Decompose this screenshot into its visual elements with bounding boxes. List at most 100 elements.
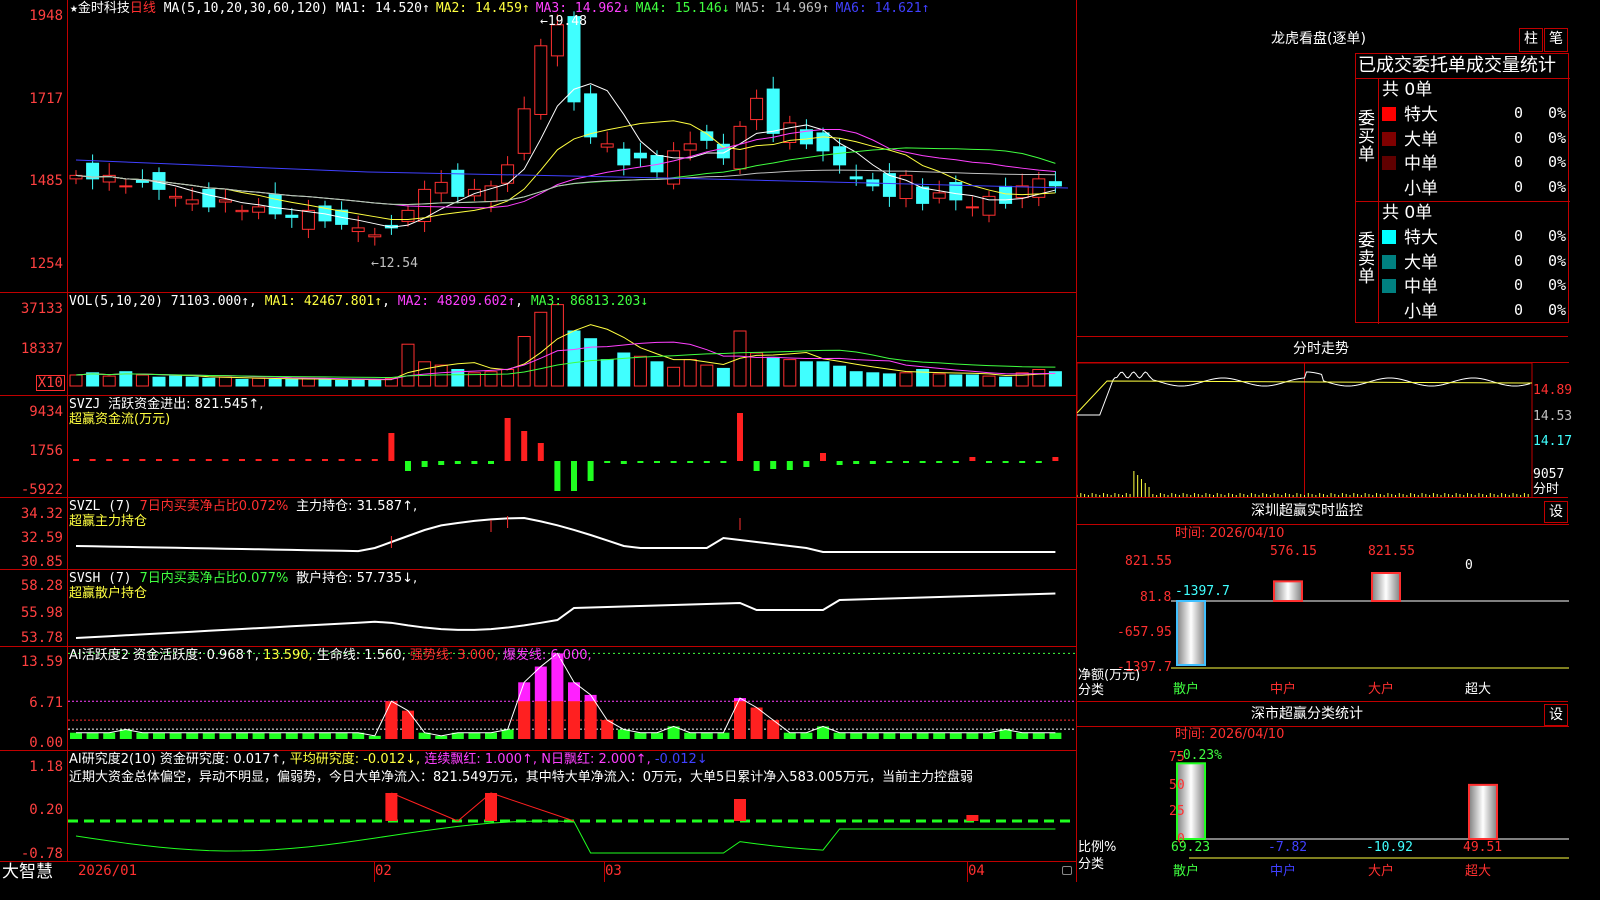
activity-bar bbox=[1049, 732, 1062, 739]
ai2-title: AI研究度2(10) 资金研究度: 0.017↑, bbox=[69, 752, 286, 767]
candle bbox=[600, 143, 614, 148]
fund-bar bbox=[488, 461, 494, 464]
svzl-name: 超赢主力持仓 bbox=[69, 514, 148, 529]
candle bbox=[169, 195, 183, 199]
volume-bar bbox=[550, 304, 564, 387]
svzl-header: SVZL (7) 7日内买卖净占比0.072% 主力持仓: 31.587↑, bbox=[69, 499, 417, 514]
lock-icon[interactable] bbox=[1062, 866, 1072, 875]
sz-class-panel[interactable]: 深市超赢分类统计 设 时间: 2026/04/10 75 50 25 0 -0.… bbox=[1076, 702, 1569, 882]
kline-panel[interactable]: ★金时科技日线 MA(5,10,20,30,60,120) MA1: 14.52… bbox=[68, 0, 1076, 293]
volume-bar bbox=[899, 372, 913, 387]
monitor-bar-value: 576.15 bbox=[1270, 544, 1317, 559]
candle bbox=[584, 93, 598, 138]
ai2-panel[interactable]: AI研究度2(10) 资金研究度: 0.017↑, 平均研究度: -0.012↓… bbox=[68, 751, 1076, 862]
activity-bar bbox=[983, 732, 995, 739]
activity-bar bbox=[468, 732, 481, 739]
vol-value: 71103.000↑ bbox=[170, 294, 250, 309]
stock-name[interactable]: 金时科技 bbox=[78, 1, 130, 16]
dragon-row-count: 0 bbox=[1514, 104, 1524, 122]
ai1-title: AI活跃度2 资金活跃度: 0.968↑, bbox=[69, 648, 259, 663]
activity-bar bbox=[119, 729, 132, 739]
sz-monitor-yunit: 净额(万元) bbox=[1078, 668, 1141, 683]
activity-bar bbox=[252, 732, 265, 739]
svzl-desc2: 主力持仓: 31.587↑, bbox=[296, 499, 418, 514]
svzj-panel[interactable]: SVZJ 活跃资金进出: 821.545↑, 超赢资金流(万元) bbox=[68, 396, 1076, 498]
volume-bar bbox=[401, 343, 415, 387]
monitor-bar-value: 0 bbox=[1465, 558, 1473, 573]
ai1-header: AI活跃度2 资金活跃度: 0.968↑, 13.590, 生命线: 1.560… bbox=[69, 648, 592, 663]
activity-bar bbox=[634, 732, 647, 739]
retail-hold-line bbox=[75, 592, 1056, 639]
svsh-desc2: 散户持仓: 57.735↓, bbox=[296, 571, 418, 586]
ma-params: MA(5,10,20,30,60,120) bbox=[163, 1, 329, 16]
vol-axis: 37133 18337 X10 bbox=[0, 293, 68, 396]
activity-bar bbox=[783, 732, 796, 739]
intraday-tick: 14.89 bbox=[1533, 383, 1573, 398]
activity-bar bbox=[700, 732, 713, 739]
ai1-v3: 生命线: 1.560, bbox=[316, 648, 406, 663]
bar-mode-button[interactable]: 柱 bbox=[1519, 28, 1543, 52]
dragon-row: 小单 0 0% bbox=[1380, 177, 1570, 199]
svsh-panel[interactable]: SVSH (7) 7日内买卖净占比0.077% 散户持仓: 57.735↓, 超… bbox=[68, 570, 1076, 647]
svsh-tick: 55.98 bbox=[20, 605, 63, 621]
dragon-row-name: 小单 bbox=[1404, 178, 1438, 199]
volume-bar bbox=[799, 361, 813, 387]
activity-bar bbox=[866, 732, 879, 739]
fund-bar bbox=[355, 459, 362, 461]
fund-bar bbox=[903, 461, 909, 463]
fund-bar bbox=[1019, 461, 1026, 463]
fund-bar bbox=[554, 461, 561, 491]
ma-value-5: MA5: 14.969↑ bbox=[735, 1, 830, 16]
sz-class-tick: 25 bbox=[1169, 804, 1185, 819]
class-category: 大户 bbox=[1368, 864, 1395, 879]
svsh-desc1: 7日内买卖净占比0.077% bbox=[139, 571, 289, 586]
svsh-title: SVSH (7) bbox=[69, 571, 132, 586]
fund-bar bbox=[869, 461, 876, 464]
intraday-panel[interactable]: 分时走势 14.89 14.53 14.17 9057 分时 bbox=[1076, 337, 1572, 498]
ai2-tick: -0.78 bbox=[20, 846, 63, 862]
ai2-v2: 平均研究度: -0.012↓, bbox=[289, 752, 421, 767]
svzj-axis: 9434 1756 -5922 bbox=[0, 396, 68, 498]
kline-chart bbox=[69, 11, 1069, 246]
fund-bar bbox=[338, 459, 345, 461]
volume-bar bbox=[999, 376, 1013, 387]
app-logo: 大智慧 bbox=[2, 862, 53, 882]
monitor-bar-value: -1397.7 bbox=[1175, 584, 1230, 599]
volume-bar bbox=[567, 330, 581, 387]
svzl-panel[interactable]: SVZL (7) 7日内买卖净占比0.072% 主力持仓: 31.587↑, 超… bbox=[68, 498, 1076, 570]
ai1-panel[interactable]: AI活跃度2 资金活跃度: 0.968↑, 13.590, 生命线: 1.560… bbox=[68, 647, 1076, 751]
candle bbox=[517, 108, 531, 154]
activity-bar bbox=[501, 729, 514, 739]
volume-bar bbox=[235, 378, 249, 387]
period-label[interactable]: 日线 bbox=[130, 1, 156, 16]
class-bar-value: 69.23 bbox=[1171, 840, 1211, 855]
volume-panel[interactable]: VOL(5,10,20) 71103.000↑, MA1: 42467.801↑… bbox=[68, 293, 1076, 396]
candle bbox=[633, 152, 647, 159]
dragon-row: 中单 0 0% bbox=[1380, 152, 1570, 174]
date-tick: 02 bbox=[375, 863, 392, 879]
activity-bar bbox=[236, 732, 248, 739]
activity-bar-base bbox=[568, 701, 580, 739]
fund-bar bbox=[288, 459, 295, 461]
activity-bar bbox=[900, 732, 912, 739]
fund-bar bbox=[803, 461, 810, 467]
ma-value-1: MA1: 14.520↑ bbox=[335, 1, 430, 16]
fund-bar bbox=[770, 461, 777, 469]
buy-total: 共 0单 bbox=[1382, 80, 1433, 100]
volume-bar bbox=[700, 364, 714, 387]
svzj-title: SVZJ bbox=[69, 397, 101, 412]
activity-bar-base bbox=[385, 701, 398, 739]
sz-monitor-panel[interactable]: 深圳超赢实时监控 设 时间: 2026/04/10 821.55 81.8 -6… bbox=[1076, 498, 1569, 702]
tick-mode-button[interactable]: 笔 bbox=[1544, 28, 1568, 52]
ai2-v4: N日飘红: 2.000↑, bbox=[541, 752, 651, 767]
activity-bar bbox=[302, 732, 315, 739]
activity-bar-base bbox=[551, 701, 564, 739]
fund-bar bbox=[205, 459, 212, 461]
dragon-row-pct: 0% bbox=[1548, 251, 1567, 270]
activity-bar bbox=[186, 732, 199, 739]
fund-bar bbox=[952, 461, 959, 463]
class-category: 超大 bbox=[1465, 864, 1492, 879]
volume-bar bbox=[268, 378, 282, 387]
dragon-row-count: 0 bbox=[1514, 153, 1524, 171]
volume-bar bbox=[633, 355, 647, 387]
